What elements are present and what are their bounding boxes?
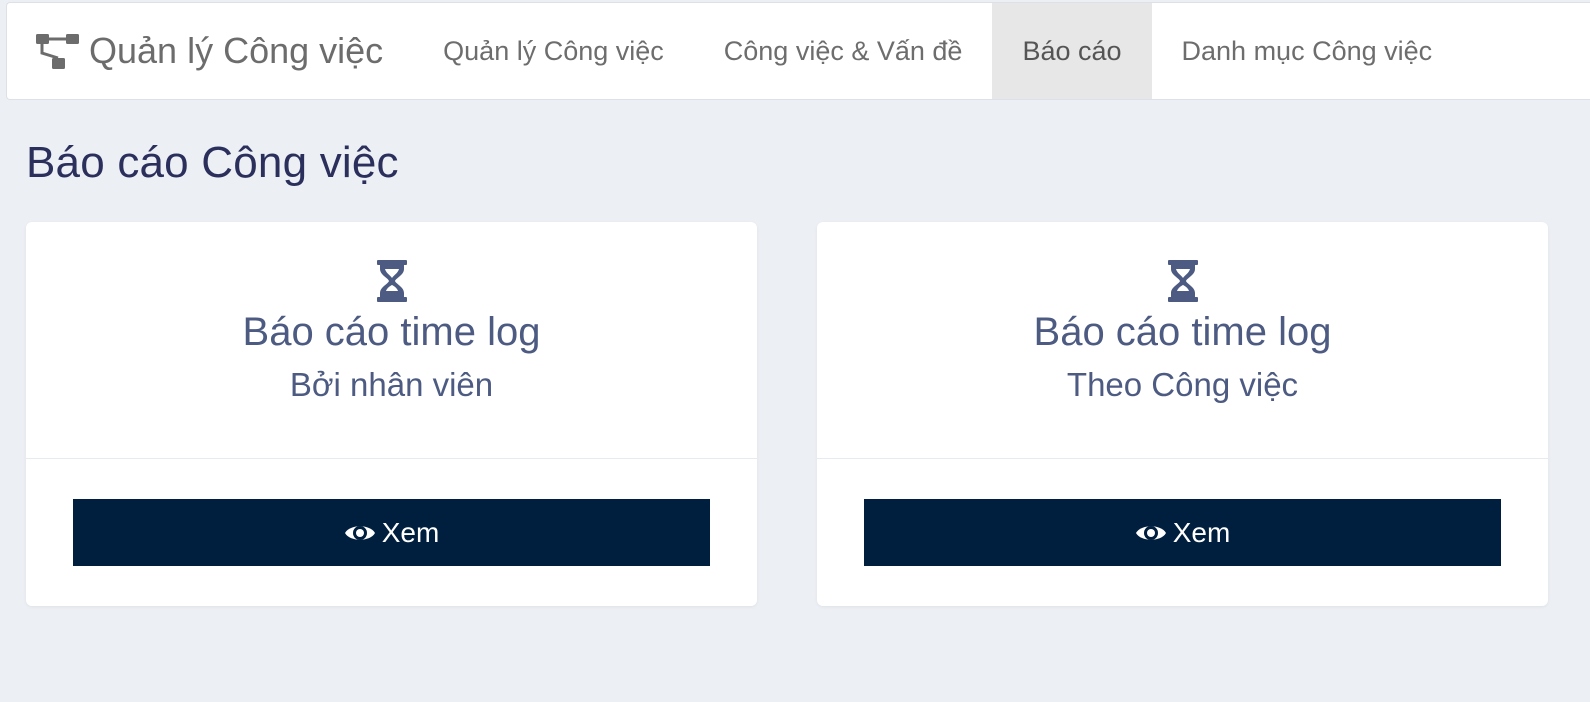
report-card-by-task: Báo cáo time log Theo Công việc Xem (817, 222, 1548, 606)
nav-item-task-management[interactable]: Quản lý Công việc (413, 3, 694, 99)
page-title: Báo cáo Công việc (26, 138, 399, 187)
view-button-label: Xem (1172, 516, 1231, 548)
nav-item-task-categories[interactable]: Danh mục Công việc (1152, 3, 1463, 99)
top-navbar: Quản lý Công việc Quản lý Công việc Công… (6, 2, 1590, 100)
nav-item-reports[interactable]: Báo cáo (992, 3, 1152, 99)
view-button-label: Xem (381, 516, 440, 548)
card-footer: Xem (26, 459, 757, 566)
brand[interactable]: Quản lý Công việc (7, 3, 413, 99)
sitemap-icon (36, 34, 79, 69)
card-body: Báo cáo time log Bởi nhân viên (26, 222, 757, 459)
hourglass-icon (1167, 260, 1198, 302)
card-title: Báo cáo time log (242, 310, 541, 354)
card-body: Báo cáo time log Theo Công việc (817, 222, 1548, 459)
eye-icon (1135, 525, 1166, 540)
card-subtitle: Theo Công việc (1066, 366, 1299, 403)
card-subtitle: Bởi nhân viên (289, 366, 494, 403)
eye-icon (344, 525, 375, 540)
view-button[interactable]: Xem (73, 499, 710, 566)
view-button[interactable]: Xem (864, 499, 1501, 566)
card-title: Báo cáo time log (1033, 310, 1332, 354)
brand-label: Quản lý Công việc (89, 30, 384, 71)
hourglass-icon (376, 260, 407, 302)
nav-item-tasks-issues[interactable]: Công việc & Vấn đề (694, 3, 993, 99)
report-card-by-employee: Báo cáo time log Bởi nhân viên Xem (26, 222, 757, 606)
card-footer: Xem (817, 459, 1548, 566)
